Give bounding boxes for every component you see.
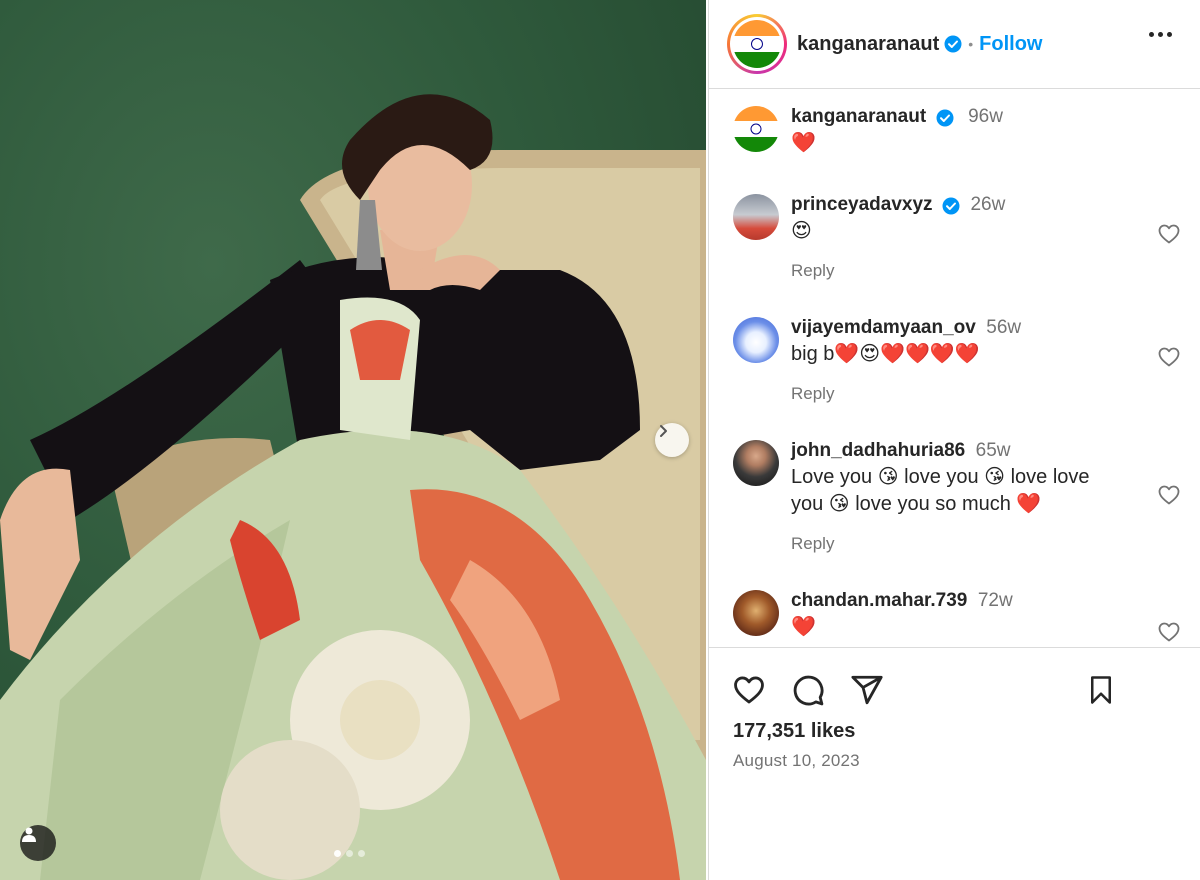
heart-icon[interactable] bbox=[1157, 483, 1181, 507]
comment-text: ❤️ bbox=[791, 132, 816, 154]
comment-username[interactable]: vijayemdamyaan_ov bbox=[791, 317, 976, 338]
user-tag-button[interactable] bbox=[20, 825, 56, 861]
post-photo[interactable] bbox=[0, 0, 706, 880]
heart-icon[interactable] bbox=[1157, 620, 1181, 644]
comment-text: ❤️ bbox=[791, 616, 816, 638]
comment-text: Love you 😘 love you 😘 love love you 😘 lo… bbox=[791, 466, 1090, 515]
chevron-right-icon bbox=[660, 425, 667, 437]
follow-button[interactable]: Follow bbox=[979, 33, 1042, 56]
avatar[interactable] bbox=[733, 194, 779, 240]
avatar bbox=[733, 20, 781, 68]
comment-username[interactable]: john_dadhahuria86 bbox=[791, 440, 965, 461]
comment-username[interactable]: princeyadavxyz bbox=[791, 194, 933, 215]
comment-time[interactable]: 26w bbox=[970, 194, 1005, 215]
reply-button[interactable]: Reply bbox=[791, 534, 1121, 554]
reply-button[interactable]: Reply bbox=[791, 261, 1121, 281]
next-slide-button[interactable] bbox=[655, 423, 689, 457]
reply-button[interactable]: Reply bbox=[791, 384, 1121, 404]
heart-icon[interactable] bbox=[1157, 345, 1181, 369]
share-button[interactable] bbox=[849, 672, 885, 708]
bookmark-icon bbox=[1091, 676, 1111, 704]
comment-text: 😍 bbox=[791, 220, 812, 242]
verified-icon bbox=[942, 197, 960, 215]
carousel-indicator bbox=[334, 850, 365, 857]
likes-count[interactable]: 177,351 likes bbox=[733, 720, 855, 743]
post-date[interactable]: August 10, 2023 bbox=[733, 751, 860, 771]
profile-avatar-story-ring[interactable] bbox=[727, 14, 787, 74]
author-username[interactable]: kanganaranaut bbox=[797, 33, 939, 56]
heart-icon[interactable] bbox=[1157, 222, 1181, 246]
carousel-dot bbox=[334, 850, 341, 857]
carousel-dot bbox=[346, 850, 353, 857]
post-side-panel: kanganaranaut • Follow kanganaranaut 96w… bbox=[708, 0, 1200, 880]
post-actions: 177,351 likes August 10, 2023 bbox=[709, 647, 1200, 880]
comment-time[interactable]: 65w bbox=[976, 440, 1011, 461]
comment-icon bbox=[793, 675, 824, 706]
comment-username[interactable]: kanganaranaut bbox=[791, 106, 926, 127]
comment-username[interactable]: chandan.mahar.739 bbox=[791, 590, 967, 611]
user-tag-icon bbox=[22, 827, 36, 842]
carousel-dot bbox=[358, 850, 365, 857]
verified-icon bbox=[944, 35, 962, 53]
avatar[interactable] bbox=[733, 106, 779, 152]
post-header: kanganaranaut • Follow bbox=[709, 0, 1200, 89]
separator-dot: • bbox=[968, 36, 974, 52]
heart-icon bbox=[734, 676, 764, 704]
comment-time[interactable]: 72w bbox=[978, 590, 1013, 611]
comment-text: big b❤️😍❤️❤️❤️❤️ bbox=[791, 343, 980, 365]
avatar[interactable] bbox=[733, 440, 779, 486]
share-icon bbox=[851, 675, 883, 705]
avatar[interactable] bbox=[733, 317, 779, 363]
comment-time[interactable]: 96w bbox=[968, 106, 1003, 127]
more-icon[interactable] bbox=[1149, 32, 1172, 37]
verified-icon bbox=[936, 109, 954, 127]
like-button[interactable] bbox=[731, 672, 767, 708]
comment-time[interactable]: 56w bbox=[986, 317, 1021, 338]
comments-list[interactable]: kanganaranaut 96w ❤️ princeyadavxyz 26w … bbox=[709, 89, 1200, 647]
photo-illustration bbox=[0, 94, 706, 880]
save-button[interactable] bbox=[1083, 672, 1119, 708]
avatar[interactable] bbox=[733, 590, 779, 636]
comment-button[interactable] bbox=[790, 672, 826, 708]
